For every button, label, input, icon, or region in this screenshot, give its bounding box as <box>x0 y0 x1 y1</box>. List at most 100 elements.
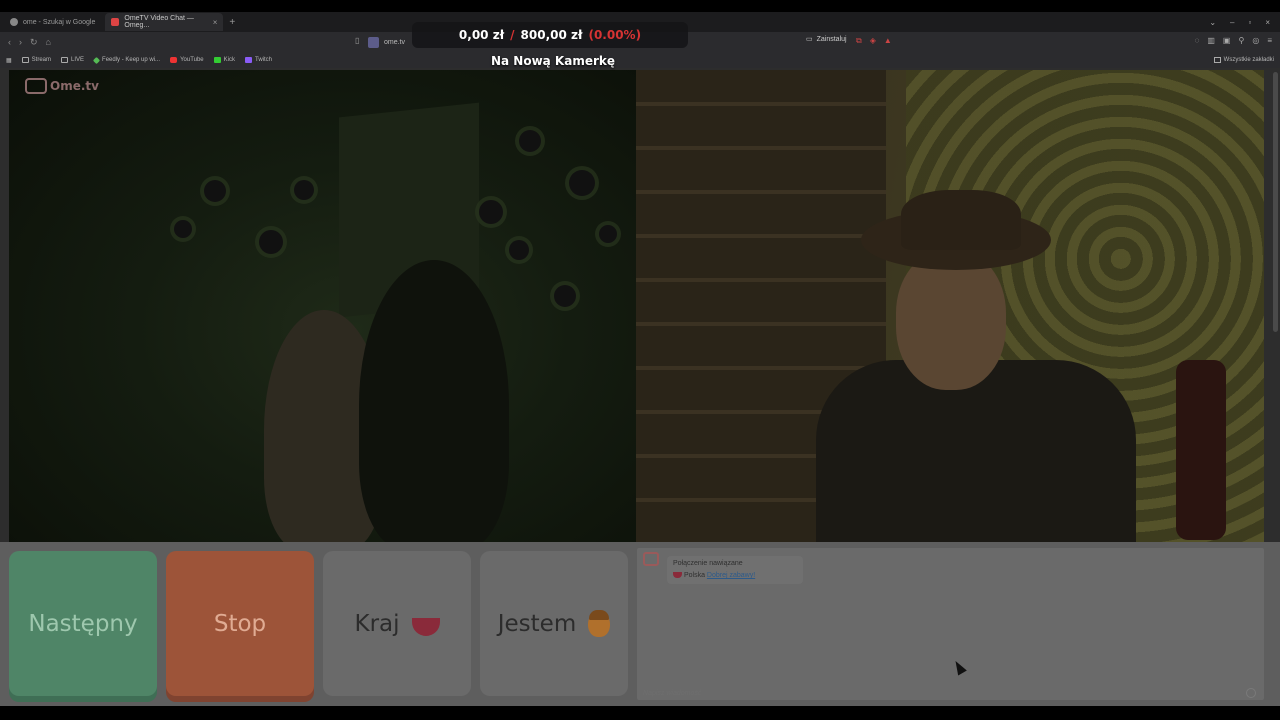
bookmark-twitch[interactable]: Twitch <box>244 57 272 63</box>
scrollbar[interactable] <box>1273 72 1278 332</box>
wall-decal <box>569 170 595 196</box>
feedly-icon <box>92 56 101 64</box>
home-icon[interactable]: ⌂ <box>46 37 51 47</box>
install-label: Zainstaluj <box>816 35 847 43</box>
wall-decal <box>509 240 529 260</box>
bookmark-label: Feedly - Keep up wi... <box>102 57 161 63</box>
controls-panel: Następny Stop Kraj Jestem Połączenie naw… <box>0 542 1280 706</box>
menu-icon[interactable]: ≡ <box>1267 36 1272 45</box>
stop-label: Stop <box>213 610 267 637</box>
wall-decal <box>599 225 617 243</box>
tab-title: ome - Szukaj w Google <box>23 18 96 26</box>
goal-target: 800,00 zł <box>520 28 583 42</box>
close-tab-icon[interactable]: × <box>213 18 218 27</box>
twitch-icon <box>244 57 252 63</box>
ometv-favicon-icon <box>111 18 120 26</box>
hat-crown <box>901 190 1021 250</box>
bookmark-live[interactable]: LIVE <box>61 57 84 63</box>
google-favicon-icon <box>10 18 18 26</box>
country-button[interactable]: Kraj <box>323 551 471 696</box>
boy-emoji-icon <box>588 609 611 637</box>
person-right <box>359 260 509 542</box>
install-app-button[interactable]: ▭ Zainstaluj <box>806 35 847 44</box>
all-bookmarks-label: Wszystkie zakładki <box>1223 57 1274 63</box>
letterbox-top <box>0 0 1280 12</box>
back-icon[interactable]: ‹ <box>8 37 11 47</box>
next-label: Następny <box>28 610 138 637</box>
ometv-chat-logo-icon <box>643 552 659 566</box>
wall-decal <box>259 230 283 254</box>
minimize-icon[interactable]: – <box>1230 18 1234 27</box>
system-message: Połączenie nawiązane Polska Dobrej zabaw… <box>667 556 803 584</box>
bookmark-label: Twitch <box>254 57 272 63</box>
stranger-body <box>816 360 1136 542</box>
stop-button[interactable]: Stop <box>166 551 314 696</box>
install-icon: ▭ <box>806 36 813 43</box>
chat-panel: Połączenie nawiązane Polska Dobrej zabaw… <box>637 548 1264 700</box>
window-controls: ⌄ – ▫ × <box>1209 18 1280 27</box>
reload-icon[interactable]: ↻ <box>30 37 38 48</box>
remote-video <box>636 70 1264 542</box>
toolbar-right-icons: ◌ ▥ ▣ ⚲ ◎ ≡ <box>1195 36 1272 45</box>
warning-icon[interactable]: ▲ <box>884 36 892 46</box>
new-tab-button[interactable]: + <box>229 17 235 28</box>
bookmark-stream[interactable]: Stream <box>21 57 52 63</box>
wall-decal <box>519 130 541 152</box>
bookmark-youtube[interactable]: YouTube <box>170 57 204 63</box>
sidebar-icon[interactable]: ▥ <box>1207 36 1215 45</box>
wallet-icon[interactable]: ▣ <box>1223 36 1231 45</box>
folder-icon <box>21 57 29 63</box>
forward-icon[interactable]: › <box>19 37 22 47</box>
wall-decal <box>294 180 314 200</box>
maximize-icon[interactable]: ▫ <box>1248 18 1251 27</box>
gender-label: Jestem <box>497 610 577 637</box>
bookmark-label: LIVE <box>71 57 85 63</box>
all-bookmarks-button[interactable]: Wszystkie zakładki <box>1213 57 1280 63</box>
bookmark-feedly[interactable]: Feedly - Keep up wi... <box>92 56 161 64</box>
bookmark-label: Stream <box>31 57 52 63</box>
shield-icon[interactable]: ◈ <box>870 36 876 46</box>
vpn-icon[interactable]: ◎ <box>1252 36 1259 45</box>
tab-title: OmeTV Video Chat — Omeg... <box>124 15 194 29</box>
country-line: Polska Dobrej zabawy! <box>673 570 797 582</box>
wish-link[interactable]: Dobrej zabawy! <box>707 572 755 579</box>
poland-flag-icon <box>673 572 682 579</box>
bottle <box>1176 360 1226 540</box>
tab-list-icon[interactable]: ⌄ <box>1209 18 1216 27</box>
wall-decal <box>174 220 192 238</box>
close-window-icon[interactable]: × <box>1265 18 1270 27</box>
ometv-logo: Ome.tv <box>25 78 99 94</box>
donation-goal-overlay: 0,00 zł / 800,00 zł (0.00%) <box>412 22 688 48</box>
wall-decal <box>479 200 503 224</box>
ometv-page: Ome.tv Następny Stop Kraj Jestem Połącze <box>0 68 1280 706</box>
url-text: ome.tv <box>384 38 406 46</box>
message-input[interactable]: Napisz wiadomość <box>643 690 701 697</box>
apps-grid-icon[interactable]: ▦ <box>6 57 12 64</box>
translate-icon[interactable]: ⧉ <box>856 36 862 46</box>
poland-flag-icon <box>411 617 440 636</box>
pin-icon[interactable]: ⚲ <box>1238 36 1244 45</box>
tab-ometv[interactable]: OmeTV Video Chat — Omeg... × <box>105 13 224 31</box>
stranger-face <box>896 250 1006 390</box>
url-field[interactable]: ome.tv <box>368 35 405 49</box>
local-video: Ome.tv <box>9 70 636 542</box>
chat-icon[interactable]: ◌ <box>1195 36 1200 45</box>
goal-separator: / <box>510 28 515 42</box>
connection-status: Połączenie nawiązane <box>673 560 743 567</box>
folder-icon <box>1213 57 1221 63</box>
site-info-icon[interactable] <box>368 36 379 48</box>
tab-google-search[interactable]: ome - Szukaj w Google <box>4 13 101 31</box>
bookmark-star-icon[interactable]: ▯ <box>355 36 359 45</box>
tv-logo-icon <box>25 78 47 94</box>
bookmark-kick[interactable]: Kick <box>213 57 235 63</box>
next-button[interactable]: Następny <box>9 551 157 696</box>
logo-text: Ome.tv <box>50 79 99 93</box>
emoji-icon[interactable] <box>1246 688 1256 698</box>
wall-decal <box>204 180 226 202</box>
stream-title-overlay: Na Nową Kamerkę <box>490 54 616 68</box>
gender-button[interactable]: Jestem <box>480 551 628 696</box>
youtube-icon <box>170 57 178 63</box>
folder-icon <box>61 57 69 63</box>
kick-icon <box>213 57 221 63</box>
bookmark-label: Kick <box>223 57 235 63</box>
